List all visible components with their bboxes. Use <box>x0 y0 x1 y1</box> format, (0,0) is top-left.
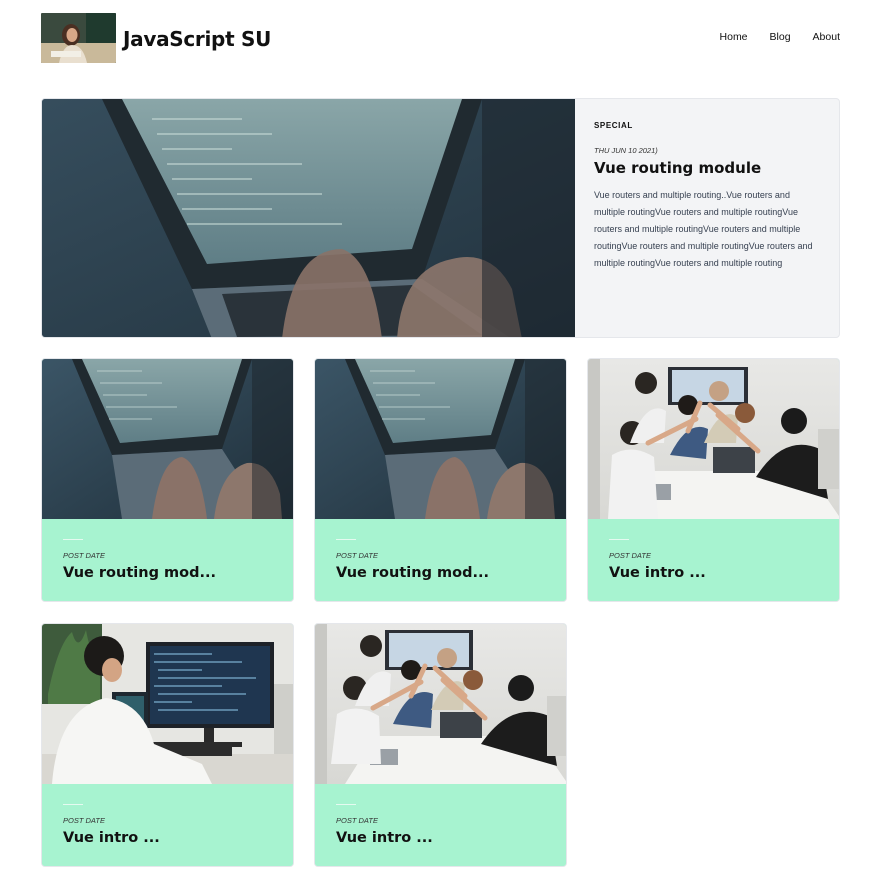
card-divider <box>609 539 629 540</box>
nav-blog-link[interactable]: Blog <box>770 31 791 43</box>
post-card-date: POST DATE <box>63 551 105 560</box>
featured-post[interactable]: SPECIAL THU JUN 10 2021) Vue routing mod… <box>41 98 840 338</box>
featured-post-image <box>42 99 575 337</box>
nav-about-link[interactable]: About <box>813 31 840 43</box>
post-card-body: POST DATE Vue routing mod... <box>42 519 293 601</box>
post-card-date: POST DATE <box>63 816 105 825</box>
post-card[interactable]: POST DATE Vue routing mod... <box>41 358 294 602</box>
post-card-title[interactable]: Vue intro ... <box>63 830 160 846</box>
post-card-body: POST DATE Vue intro ... <box>42 784 293 866</box>
site-title[interactable]: JavaScript SU <box>123 27 271 51</box>
card-divider <box>63 539 83 540</box>
post-card-image <box>42 624 293 784</box>
post-card-date: POST DATE <box>336 816 378 825</box>
post-card-title[interactable]: Vue routing mod... <box>336 565 489 581</box>
post-card-title[interactable]: Vue routing mod... <box>63 565 216 581</box>
post-card-image <box>315 359 566 519</box>
featured-post-excerpt: Vue routers and multiple routing..Vue ro… <box>594 190 813 268</box>
post-card[interactable]: POST DATE Vue routing mod... <box>314 358 567 602</box>
card-divider <box>63 804 83 805</box>
post-card-image <box>42 359 293 519</box>
post-card-body: POST DATE Vue routing mod... <box>315 519 566 601</box>
post-card-body: POST DATE Vue intro ... <box>315 784 566 866</box>
site-logo-image[interactable] <box>41 13 116 63</box>
featured-post-title[interactable]: Vue routing module <box>594 159 819 177</box>
post-card[interactable]: POST DATE Vue intro ... <box>587 358 840 602</box>
post-card[interactable]: POST DATE Vue intro ... <box>41 623 294 867</box>
post-card-date: POST DATE <box>609 551 651 560</box>
featured-post-body: SPECIAL THU JUN 10 2021) Vue routing mod… <box>594 121 819 272</box>
post-card-date: POST DATE <box>336 551 378 560</box>
featured-post-date: THU JUN 10 2021) <box>594 146 658 155</box>
post-card-title[interactable]: Vue intro ... <box>609 565 706 581</box>
post-card-title[interactable]: Vue intro ... <box>336 830 433 846</box>
card-divider <box>336 804 356 805</box>
site-header: JavaScript SU Home Blog About <box>41 13 840 63</box>
post-card-image <box>588 359 839 519</box>
main-nav: Home Blog About <box>720 31 840 43</box>
post-card-image <box>315 624 566 784</box>
post-card-body: POST DATE Vue intro ... <box>588 519 839 601</box>
card-divider <box>336 539 356 540</box>
nav-home-link[interactable]: Home <box>720 31 748 43</box>
featured-tag: SPECIAL <box>594 121 633 130</box>
post-card[interactable]: POST DATE Vue intro ... <box>314 623 567 867</box>
